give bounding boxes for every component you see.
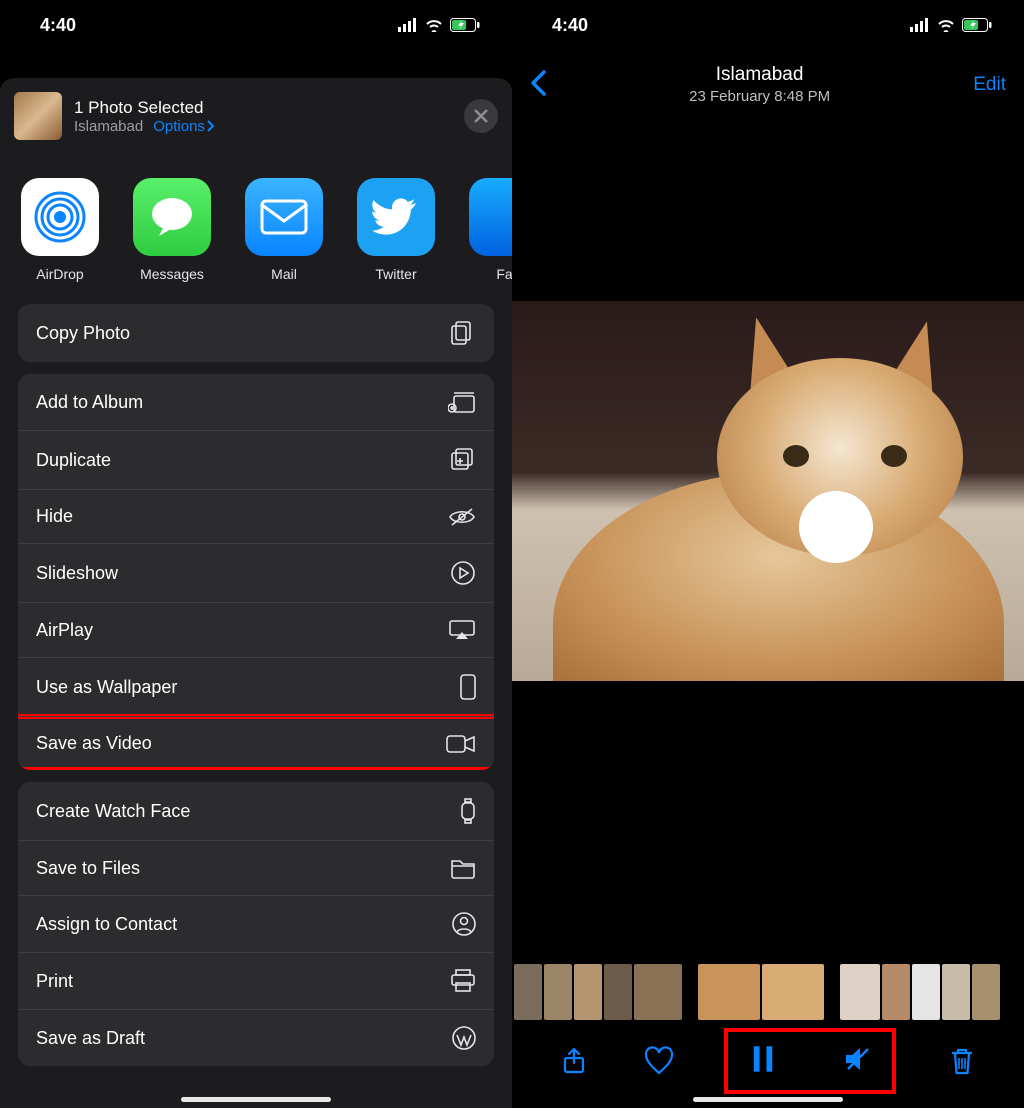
status-time: 4:40 bbox=[552, 15, 588, 36]
action-duplicate[interactable]: Duplicate bbox=[18, 430, 494, 489]
action-use-as-wallpaper[interactable]: Use as Wallpaper bbox=[18, 657, 494, 716]
heart-icon bbox=[644, 1046, 674, 1076]
pause-icon bbox=[748, 1044, 778, 1074]
home-indicator[interactable] bbox=[181, 1097, 331, 1102]
delete-button[interactable] bbox=[943, 1042, 981, 1080]
action-copy-photo[interactable]: Copy Photo bbox=[18, 304, 494, 362]
filmstrip-thumb[interactable] bbox=[942, 964, 970, 1020]
trash-icon bbox=[947, 1046, 977, 1076]
nav-subtitle: 23 February 8:48 PM bbox=[546, 88, 973, 105]
action-print[interactable]: Print bbox=[18, 952, 494, 1009]
copy-icon bbox=[450, 320, 476, 346]
app-facebook-partial[interactable]: Fac bbox=[466, 178, 512, 282]
selected-photo-thumbnail[interactable] bbox=[14, 92, 62, 140]
chevron-right-icon bbox=[207, 120, 215, 132]
share-header: 1 Photo Selected Islamabad Options bbox=[0, 78, 512, 154]
status-indicators bbox=[910, 18, 992, 32]
cellular-icon bbox=[910, 18, 930, 32]
mail-icon bbox=[258, 197, 310, 237]
photo-view-screen: 4:40 Islamabad 23 February 8:48 PM Edit bbox=[512, 0, 1024, 1108]
filmstrip[interactable] bbox=[512, 964, 1024, 1020]
share-location: Islamabad bbox=[74, 118, 143, 135]
filmstrip-thumb[interactable] bbox=[574, 964, 602, 1020]
share-title: 1 Photo Selected bbox=[74, 98, 215, 118]
back-button[interactable] bbox=[530, 68, 546, 102]
hide-icon bbox=[448, 507, 476, 527]
action-add-to-album[interactable]: Add to Album bbox=[18, 374, 494, 430]
watch-icon bbox=[460, 798, 476, 824]
wifi-icon bbox=[936, 18, 956, 32]
status-indicators bbox=[398, 18, 480, 32]
favorite-button[interactable] bbox=[640, 1042, 678, 1080]
status-bar: 4:40 bbox=[512, 0, 1024, 50]
messages-icon bbox=[147, 192, 197, 242]
filmstrip-thumb[interactable] bbox=[544, 964, 572, 1020]
airplay-icon bbox=[448, 619, 476, 641]
album-add-icon bbox=[448, 390, 476, 414]
playback-controls-highlight bbox=[724, 1028, 896, 1094]
app-mail[interactable]: Mail bbox=[242, 178, 326, 282]
app-messages[interactable]: Messages bbox=[130, 178, 214, 282]
action-save-as-video[interactable]: Save as Video bbox=[18, 716, 494, 770]
share-icon bbox=[559, 1046, 589, 1076]
filmstrip-thumb[interactable] bbox=[514, 964, 542, 1020]
printer-icon bbox=[450, 969, 476, 993]
app-twitter[interactable]: Twitter bbox=[354, 178, 438, 282]
share-options-button[interactable]: Options bbox=[153, 118, 215, 135]
nav-bar: Islamabad 23 February 8:48 PM Edit bbox=[512, 50, 1024, 111]
action-save-as-draft[interactable]: Save as Draft bbox=[18, 1009, 494, 1066]
home-indicator[interactable] bbox=[693, 1097, 843, 1102]
action-assign-to-contact[interactable]: Assign to Contact bbox=[18, 895, 494, 952]
photo-viewport[interactable] bbox=[512, 131, 1024, 851]
filmstrip-thumb[interactable] bbox=[972, 964, 1000, 1020]
filmstrip-thumb[interactable] bbox=[604, 964, 632, 1020]
share-apps-row[interactable]: AirDrop Messages Mail Twitter bbox=[0, 154, 512, 304]
close-button[interactable] bbox=[464, 99, 498, 133]
share-button[interactable] bbox=[555, 1042, 593, 1080]
filmstrip-thumb[interactable] bbox=[840, 964, 880, 1020]
share-sheet: 1 Photo Selected Islamabad Options AirDr bbox=[0, 78, 512, 1108]
mute-icon bbox=[842, 1044, 872, 1074]
nav-title: Islamabad bbox=[546, 64, 973, 86]
video-icon bbox=[446, 734, 476, 754]
action-save-to-files[interactable]: Save to Files bbox=[18, 840, 494, 895]
bottom-toolbar bbox=[512, 1028, 1024, 1094]
cellular-icon bbox=[398, 18, 418, 32]
chevron-left-icon bbox=[530, 70, 546, 96]
filmstrip-thumb[interactable] bbox=[634, 964, 682, 1020]
folder-icon bbox=[450, 857, 476, 879]
app-airdrop[interactable]: AirDrop bbox=[18, 178, 102, 282]
pause-button[interactable] bbox=[744, 1040, 782, 1078]
play-circle-icon bbox=[450, 560, 476, 586]
action-airplay[interactable]: AirPlay bbox=[18, 602, 494, 657]
wordpress-icon bbox=[452, 1026, 476, 1050]
edit-button[interactable]: Edit bbox=[973, 74, 1006, 96]
filmstrip-thumb[interactable] bbox=[762, 964, 824, 1020]
contact-icon bbox=[452, 912, 476, 936]
action-hide[interactable]: Hide bbox=[18, 489, 494, 543]
filmstrip-thumb[interactable] bbox=[882, 964, 910, 1020]
share-actions: Copy Photo Add to Album Duplicate Hide bbox=[0, 304, 512, 1084]
battery-icon bbox=[450, 18, 480, 32]
action-slideshow[interactable]: Slideshow bbox=[18, 543, 494, 602]
status-bar: 4:40 bbox=[0, 0, 512, 50]
status-time: 4:40 bbox=[40, 15, 76, 36]
duplicate-icon bbox=[450, 447, 476, 473]
action-create-watch-face[interactable]: Create Watch Face bbox=[18, 782, 494, 840]
wifi-icon bbox=[424, 18, 444, 32]
mute-button[interactable] bbox=[838, 1040, 876, 1078]
close-icon bbox=[473, 108, 489, 124]
filmstrip-thumb[interactable] bbox=[912, 964, 940, 1020]
airdrop-icon bbox=[33, 190, 87, 244]
iphone-icon bbox=[460, 674, 476, 700]
twitter-icon bbox=[372, 197, 420, 237]
share-sheet-screen: 4:40 1 Photo Selected Islamabad Options bbox=[0, 0, 512, 1108]
filmstrip-thumb-current[interactable] bbox=[698, 964, 760, 1020]
battery-icon bbox=[962, 18, 992, 32]
